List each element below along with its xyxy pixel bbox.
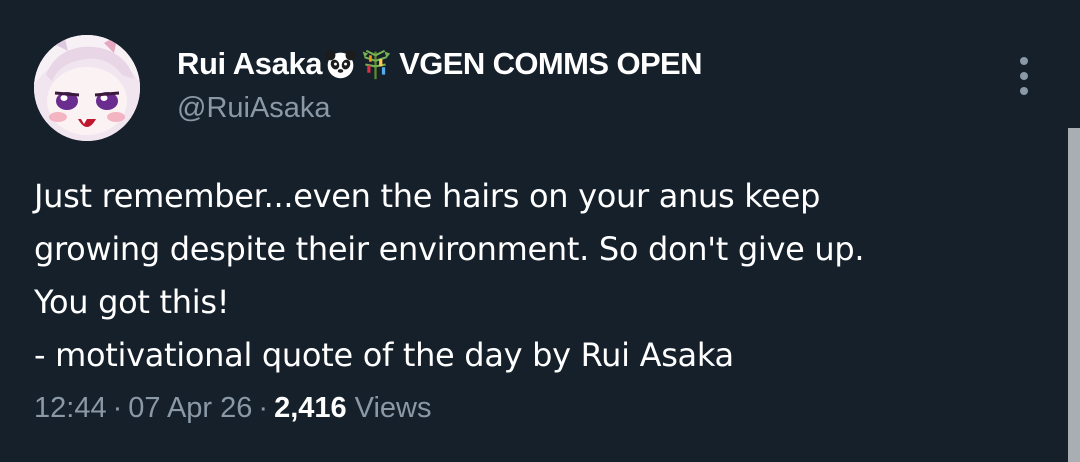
author-handle[interactable]: @RuiAsaka bbox=[177, 92, 331, 125]
views-label: Views bbox=[354, 392, 432, 424]
tweet-meta: 12:44 · 07 Apr 26 · 2,416 Views bbox=[34, 392, 432, 425]
avatar-image bbox=[34, 35, 140, 141]
more-icon-dot bbox=[1020, 57, 1028, 65]
display-name[interactable]: Rui Asaka bbox=[177, 46, 323, 82]
views-count: 2,416 bbox=[274, 392, 347, 424]
scrollbar[interactable] bbox=[1068, 128, 1080, 462]
tweet-text-line: Just remember...even the hairs on your a… bbox=[34, 177, 821, 215]
tweet-text-line: You got this! bbox=[34, 283, 230, 321]
tweet-text-line: growing despite their environment. So do… bbox=[34, 230, 865, 268]
more-icon-dot bbox=[1020, 72, 1028, 80]
more-options-button[interactable] bbox=[1004, 52, 1044, 100]
author-name-row[interactable]: Rui Asaka VGEN COMMS OPEN bbox=[177, 46, 703, 82]
display-name-suffix: VGEN COMMS OPEN bbox=[399, 46, 702, 81]
panda-icon bbox=[324, 48, 357, 81]
avatar[interactable] bbox=[34, 35, 140, 141]
tweet-text-line: - motivational quote of the day by Rui A… bbox=[34, 336, 734, 374]
tanabata-tree-icon bbox=[359, 48, 392, 81]
tweet-text: Just remember...even the hairs on your a… bbox=[34, 170, 1054, 382]
meta-separator: · bbox=[112, 392, 123, 424]
more-icon-dot bbox=[1020, 87, 1028, 95]
meta-separator: · bbox=[258, 392, 269, 424]
tweet-time[interactable]: 12:44 bbox=[34, 392, 107, 425]
tweet-date[interactable]: 07 Apr 26 bbox=[128, 392, 252, 425]
tweet-card: Rui Asaka VGEN COMMS OPEN @RuiAsaka Just… bbox=[0, 0, 1080, 462]
